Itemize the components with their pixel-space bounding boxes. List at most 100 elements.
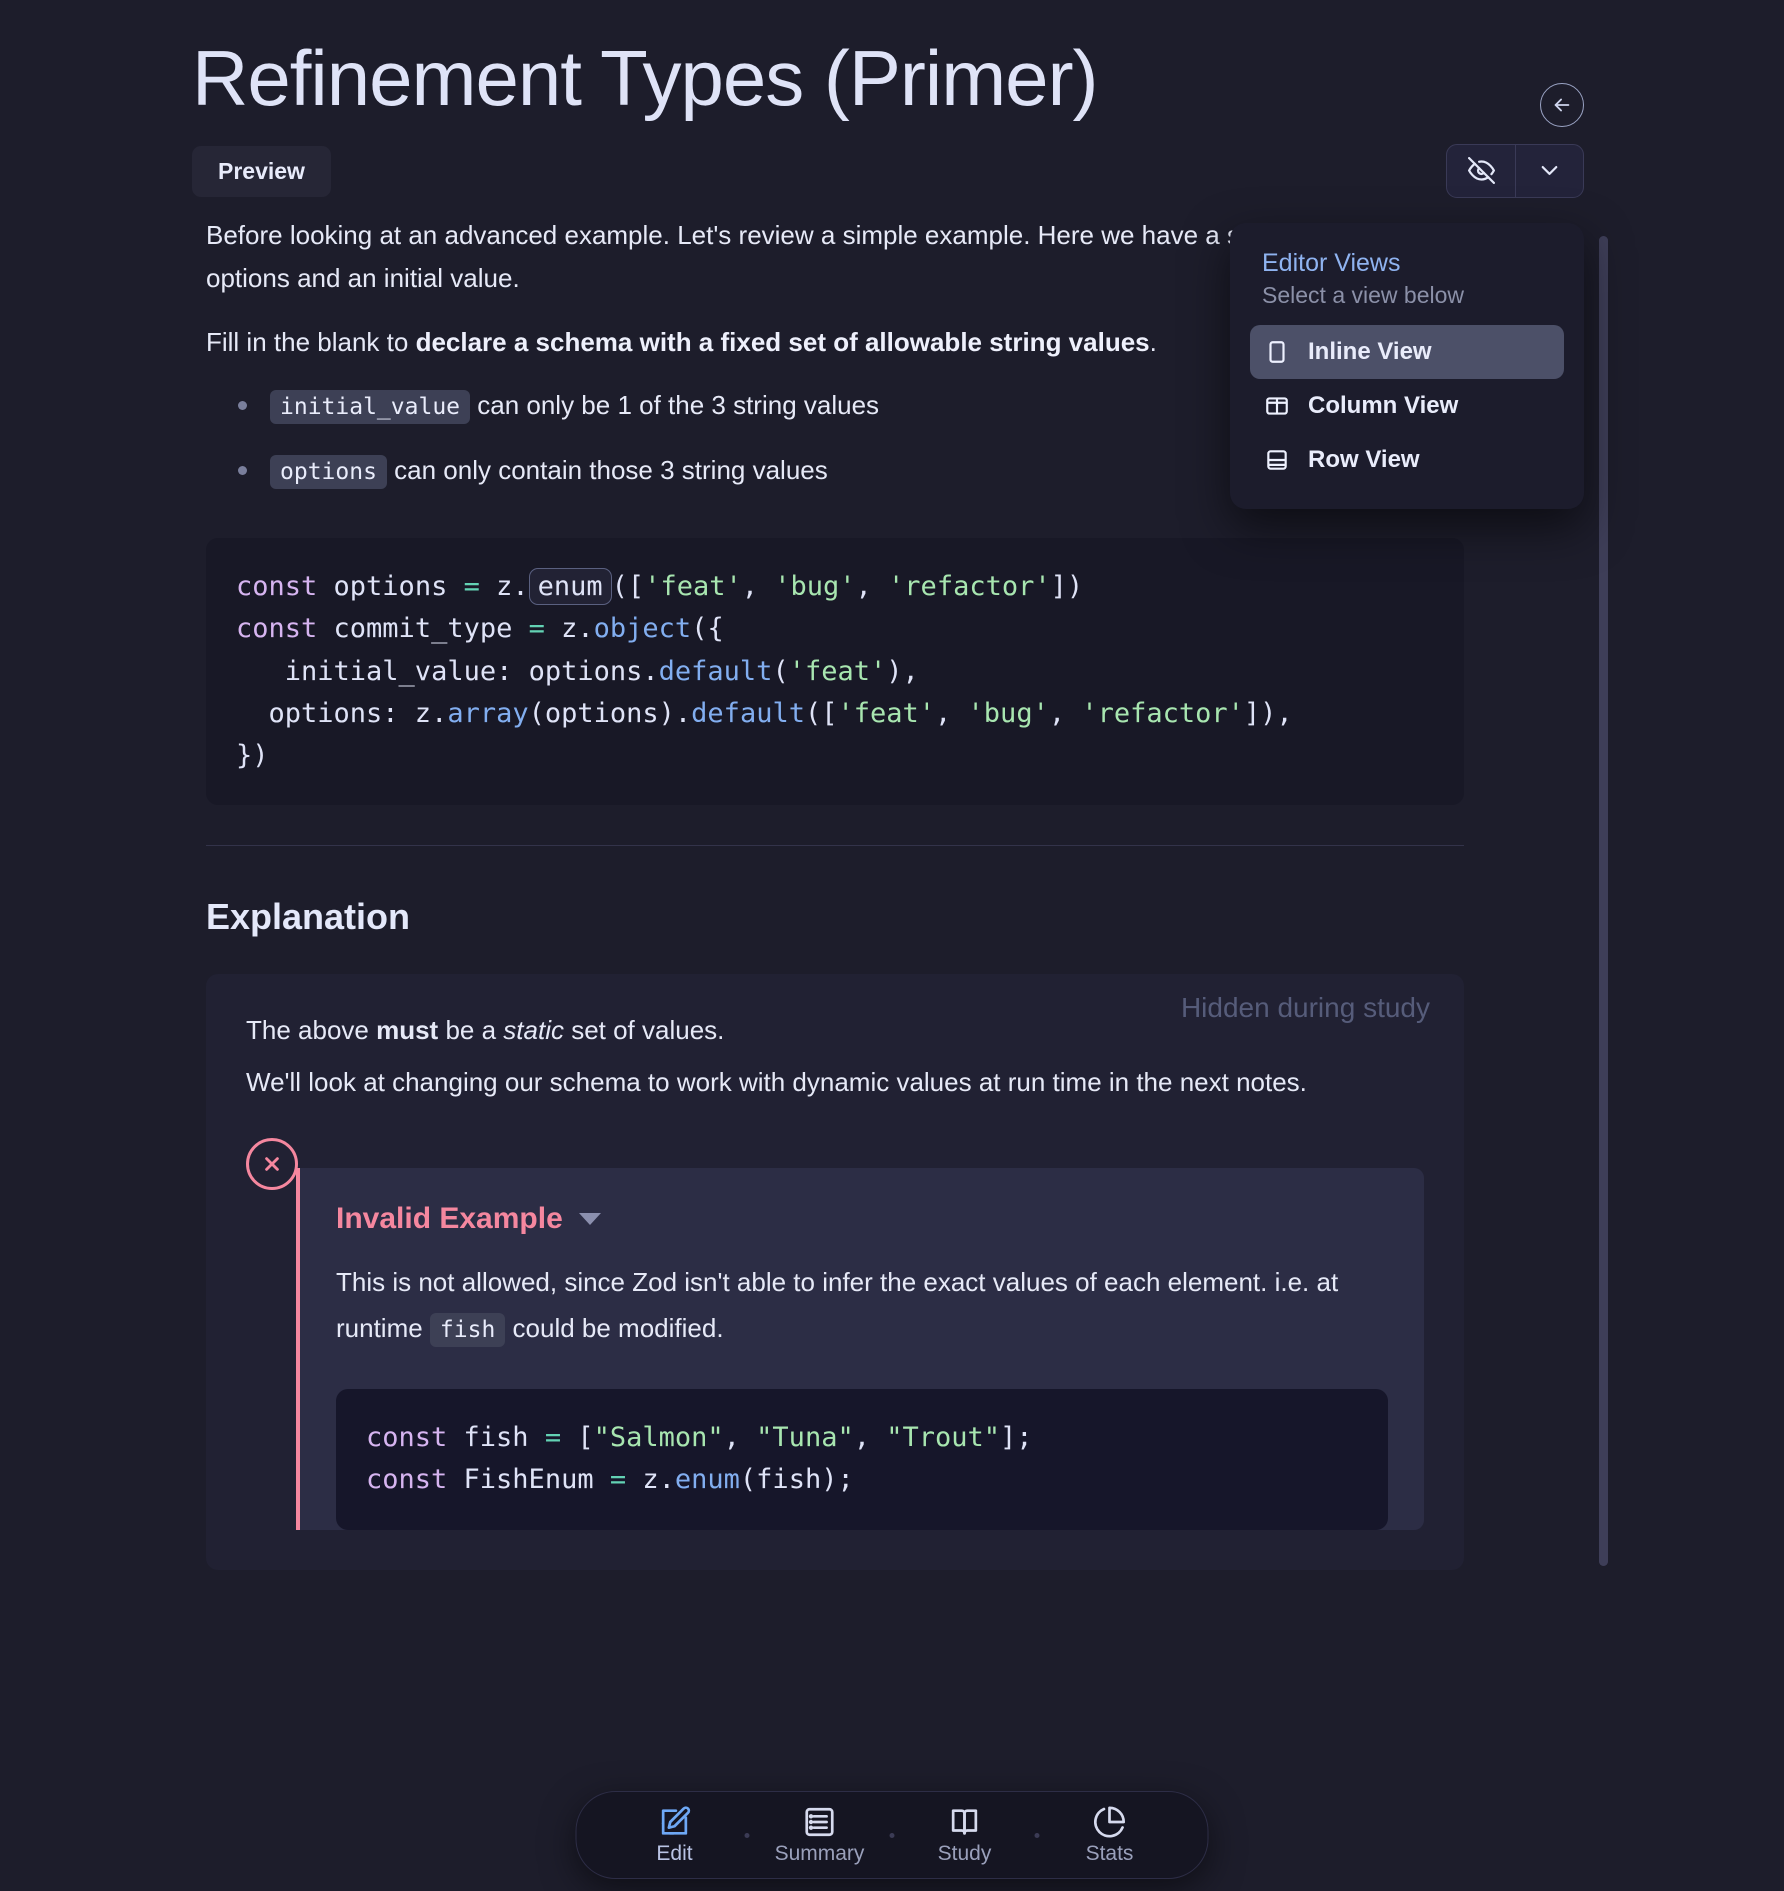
- panel-single-icon: [1269, 341, 1285, 363]
- code-token: 'refactor': [1081, 697, 1244, 729]
- code-token: 'bug': [774, 571, 856, 603]
- dropdown-item-label: Column View: [1308, 392, 1459, 419]
- code-token: ,: [723, 1422, 757, 1454]
- x-circle-icon: [265, 1157, 279, 1172]
- nav-item-summary[interactable]: Summary: [756, 1805, 884, 1866]
- invalid-example-callout-wrapper: Invalid Example This is not allowed, sin…: [246, 1138, 1424, 1530]
- code-token: =: [528, 613, 545, 645]
- code-token: ({: [691, 613, 724, 645]
- code-token: const: [236, 613, 318, 645]
- dropdown-item-label: Inline View: [1308, 338, 1432, 365]
- code-token: (options).: [528, 697, 692, 729]
- code-token: ]),: [1243, 697, 1293, 729]
- code-token: array: [447, 697, 529, 729]
- code-token: =: [544, 1422, 562, 1454]
- explanation-text: The above: [246, 1014, 377, 1045]
- code-token: 'feat': [644, 571, 742, 603]
- sub-toolbar: Preview: [0, 143, 1784, 214]
- inline-code: initial_value: [270, 390, 471, 425]
- code-token: ]): [1050, 571, 1084, 603]
- list-item-text: can only contain those 3 string values: [386, 455, 828, 486]
- panel-columns-icon: [1266, 397, 1288, 415]
- nav-label: Stats: [1085, 1841, 1134, 1865]
- code-token: ,: [853, 1422, 887, 1454]
- explanation-text: be a: [438, 1014, 504, 1045]
- nav-label: Summary: [774, 1841, 865, 1865]
- view-toolbar: [1446, 143, 1584, 198]
- header: Refinement Types (Primer): [0, 0, 1784, 127]
- callout-title-row[interactable]: Invalid Example: [336, 1202, 1388, 1236]
- explanation-bold: must: [376, 1014, 439, 1045]
- code-token: default: [691, 697, 805, 729]
- code-token: (: [772, 655, 789, 687]
- back-button[interactable]: [1540, 83, 1584, 127]
- section-divider: [206, 844, 1464, 846]
- dropdown-item-label: Row View: [1308, 446, 1420, 473]
- code-token: options: z.: [236, 697, 448, 729]
- triangle-down-icon[interactable]: [578, 1213, 601, 1226]
- code-token: }): [236, 739, 269, 771]
- eye-off-icon: [1467, 157, 1495, 185]
- code-token: "Trout": [886, 1422, 1001, 1454]
- code-token: 'feat': [788, 655, 887, 687]
- page-root: Refinement Types (Primer) Preview Before…: [0, 0, 1784, 1891]
- code-token: ,: [1048, 697, 1082, 729]
- explanation-text: set of values.: [563, 1014, 725, 1045]
- instruction-prefix: Fill in the blank to: [206, 327, 416, 358]
- code-token: ([: [611, 571, 645, 603]
- editor-views-dropdown: Editor Views Select a view below Inline …: [1230, 223, 1584, 509]
- code-token: initial_value: options.: [236, 655, 659, 687]
- explanation-line-2: We'll look at changing our schema to wor…: [246, 1067, 1307, 1098]
- code-token: 'refactor': [888, 571, 1051, 603]
- pie-chart-icon: [1094, 1805, 1126, 1837]
- dropdown-title: Editor Views: [1262, 249, 1401, 277]
- invalid-example-callout: Invalid Example This is not allowed, sin…: [296, 1168, 1424, 1530]
- code-token: z.: [544, 613, 594, 645]
- code-token: const: [366, 1422, 448, 1454]
- code-token: ,: [935, 697, 968, 729]
- code-token: enum: [674, 1464, 740, 1496]
- code-token: [: [561, 1422, 594, 1454]
- code-token: =: [609, 1464, 627, 1496]
- dropdown-item-inline-view[interactable]: Inline View: [1250, 325, 1564, 379]
- bottom-navigation: Edit Summary Study Stats: [575, 1791, 1209, 1879]
- scrollbar-thumb[interactable]: [1599, 236, 1608, 1566]
- inline-code: options: [270, 455, 387, 490]
- code-token: object: [593, 613, 692, 645]
- code-token: const: [236, 571, 318, 603]
- hide-toggle-button[interactable]: [1447, 145, 1515, 197]
- code-token: options: [317, 571, 464, 603]
- hidden-during-study-label: Hidden during study: [1180, 991, 1430, 1023]
- code-token: ];: [1000, 1422, 1033, 1454]
- explanation-italic: static: [503, 1014, 564, 1045]
- nav-item-edit[interactable]: Edit: [611, 1805, 739, 1866]
- code-token: z.: [626, 1464, 675, 1496]
- dropdown-item-column-view[interactable]: Column View: [1250, 379, 1564, 433]
- main-code-block: const options = z. enum (['feat', 'bug', '…: [206, 538, 1464, 805]
- callout-badge[interactable]: [246, 1138, 298, 1191]
- nav-item-stats[interactable]: Stats: [1046, 1805, 1174, 1866]
- code-token: fish: [447, 1422, 545, 1454]
- explanation-heading: Explanation: [206, 895, 411, 937]
- code-token: default: [658, 655, 773, 687]
- nav-separator-dot: [744, 1832, 750, 1838]
- code-token: const: [366, 1464, 448, 1496]
- dropdown-subtitle: Select a view below: [1262, 282, 1464, 308]
- instruction-bold: declare a schema with a fixed set of all…: [415, 327, 1150, 358]
- callout-body: This is not allowed, since Zod isn't abl…: [336, 1260, 1388, 1351]
- nav-item-study[interactable]: Study: [901, 1805, 1029, 1866]
- inline-code: fish: [429, 1312, 506, 1347]
- nav-separator-dot: [1034, 1832, 1040, 1838]
- scrollbar-track[interactable]: [1599, 236, 1608, 1566]
- nav-label: Study: [937, 1841, 992, 1865]
- dropdown-item-row-view[interactable]: Row View: [1250, 433, 1564, 487]
- code-token: ,: [855, 571, 889, 603]
- explanation-panel: Hidden during study The above must be a …: [206, 973, 1464, 1570]
- code-token: "Tuna": [756, 1422, 854, 1454]
- code-token: (fish);: [739, 1464, 854, 1496]
- code-blank-answer[interactable]: enum: [528, 568, 612, 606]
- instruction-suffix: .: [1149, 327, 1157, 358]
- preview-badge: Preview: [192, 145, 331, 197]
- code-token: z.: [479, 571, 529, 603]
- view-dropdown-button[interactable]: [1515, 144, 1583, 197]
